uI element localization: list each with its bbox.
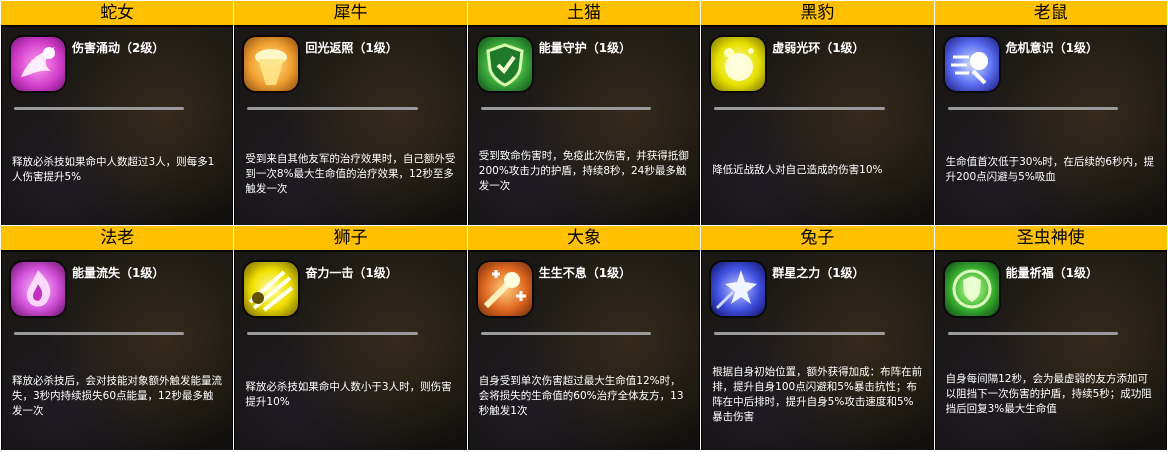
skill-title: 伤害涌动（2级）	[72, 41, 165, 55]
skill-title: 虚弱光环（1级）	[772, 41, 865, 55]
skill-card-grid: 蛇女 伤害涌动（2级） 释放必杀技如果命中人数超过3人，则每多1人伤害提升5% …	[1, 1, 1167, 450]
character-name: 大象	[467, 226, 701, 251]
skill-card: 能量守护（1级） 受到致命伤害时，免疫此次伤害，并获得抵御200%攻击力的护盾，…	[468, 27, 700, 225]
comet-heal-icon	[477, 262, 532, 316]
skill-cell-pharaoh: 法老 能量流失（1级） 释放必杀技后，会对技能对象额外触发能量流失，3秒内持续损…	[1, 226, 234, 450]
divider	[714, 107, 885, 110]
skill-title: 能量流失（1级）	[72, 266, 165, 280]
character-name: 土猫	[467, 1, 701, 26]
divider	[480, 332, 652, 335]
light-beam-icon	[244, 37, 299, 91]
divider	[14, 107, 185, 110]
skill-cell-lion: 狮子 奋力一击（1级） 释放必杀技如果命中人数小于3人时，则伤害提升10%	[234, 226, 467, 450]
skill-description: 生命值首次低于30%时，在后续的6秒内，提升200点闪避与5%吸血	[945, 156, 1155, 183]
glow-orb-icon	[711, 37, 766, 91]
skill-card: 虚弱光环（1级） 降低近战敌人对自己造成的伤害10%	[702, 27, 934, 225]
skill-description: 释放必杀技如果命中人数超过3人，则每多1人伤害提升5%	[12, 156, 215, 183]
character-name: 圣虫神使	[934, 226, 1167, 251]
character-name: 蛇女	[1, 1, 234, 26]
skill-cell-rat: 老鼠 危机意识（1级） 生命值首次低于30%时，在后续的6秒内，提升200点闪避…	[934, 1, 1167, 225]
skill-cell-earth-cat: 土猫 能量守护（1级） 受到致命伤害时，免疫此次伤害，并获得抵御200%攻击力的…	[467, 1, 701, 225]
skill-title: 回光返照（1级）	[305, 41, 398, 55]
skill-title: 群星之力（1级）	[772, 266, 865, 280]
character-name: 兔子	[701, 226, 934, 251]
divider	[14, 332, 185, 335]
skill-description: 降低近战敌人对自己造成的伤害10%	[712, 164, 883, 176]
skill-description: 自身每间隔12秒，会为最虚弱的友方添加可以阻挡下一次伤害的护盾，持续5秒；成功阻…	[945, 373, 1152, 415]
skill-description: 释放必杀技后，会对技能对象额外触发能量流失，3秒内持续损失60点能量，12秒最多…	[12, 375, 222, 417]
skill-title: 奋力一击（1级）	[305, 266, 398, 280]
divider	[947, 332, 1118, 335]
skill-cell-snake-woman: 蛇女 伤害涌动（2级） 释放必杀技如果命中人数超过3人，则每多1人伤害提升5%	[1, 1, 234, 225]
skill-title: 能量守护（1级）	[538, 41, 632, 55]
divider	[247, 107, 418, 110]
divider	[247, 332, 418, 335]
divider	[480, 107, 652, 110]
divider	[714, 332, 885, 335]
character-name: 狮子	[234, 226, 467, 251]
skill-cell-holy-insect-envoy: 圣虫神使 能量祈福（1级） 自身每间隔12秒，会为最虚弱的友方添加可以阻挡下一次…	[934, 226, 1167, 450]
character-name: 法老	[1, 226, 234, 251]
skill-title: 危机意识（1级）	[1005, 41, 1098, 55]
strike-rays-icon	[244, 262, 299, 316]
skill-card: 能量祈福（1级） 自身每间隔12秒，会为最虚弱的友方添加可以阻挡下一次伤害的护盾…	[935, 252, 1167, 450]
skill-card: 危机意识（1级） 生命值首次低于30%时，在后续的6秒内，提升200点闪避与5%…	[935, 27, 1167, 225]
skill-card: 群星之力（1级） 根据自身初始位置，额外获得加成：布阵在前排，提升自身100点闪…	[702, 252, 934, 450]
shield-icon	[477, 37, 532, 91]
skill-description: 受到致命伤害时，免疫此次伤害，并获得抵御200%攻击力的护盾，持续8秒，24秒最…	[478, 150, 689, 192]
skill-title: 生生不息（1级）	[538, 266, 632, 280]
character-name: 老鼠	[934, 1, 1167, 26]
skill-card: 能量流失（1级） 释放必杀技后，会对技能对象额外触发能量流失，3秒内持续损失60…	[2, 252, 233, 450]
skill-cell-rabbit: 兔子 群星之力（1级） 根据自身初始位置，额外获得加成：布阵在前排，提升自身10…	[701, 226, 934, 450]
flame-drain-icon	[11, 262, 65, 316]
skill-cell-black-panther: 黑豹 虚弱光环（1级） 降低近战敌人对自己造成的伤害10%	[701, 1, 934, 225]
skill-description: 自身受到单次伤害超过最大生命值12%时，会将损失的生命值的60%治疗全体友方，1…	[478, 375, 684, 417]
skill-card: 生生不息（1级） 自身受到单次伤害超过最大生命值12%时，会将损失的生命值的60…	[468, 252, 700, 450]
skill-description: 根据自身初始位置，额外获得加成：布阵在前排，提升自身100点闪避和5%暴击抗性；…	[712, 366, 923, 423]
skill-card: 伤害涌动（2级） 释放必杀技如果命中人数超过3人，则每多1人伤害提升5%	[2, 27, 233, 225]
character-name: 犀牛	[234, 1, 467, 26]
character-name: 黑豹	[701, 1, 934, 26]
swirl-burst-icon	[11, 37, 65, 91]
dash-runner-icon	[944, 37, 999, 91]
skill-description: 释放必杀技如果命中人数小于3人时，则伤害提升10%	[245, 381, 452, 408]
skill-cell-rhino: 犀牛 回光返照（1级） 受到来自其他友军的治疗效果时，自己额外受到一次8%最大生…	[234, 1, 467, 225]
star-burst-icon	[711, 262, 766, 316]
skill-cell-elephant: 大象 生生不息（1级） 自身受到单次伤害超过最大生命值12%时，会将损失的生命值…	[467, 226, 701, 450]
skill-title: 能量祈福（1级）	[1005, 266, 1098, 280]
divider	[947, 107, 1118, 110]
skill-description: 受到来自其他友军的治疗效果时，自己额外受到一次8%最大生命值的治疗效果，12秒至…	[245, 153, 456, 195]
skill-card: 回光返照（1级） 受到来自其他友军的治疗效果时，自己额外受到一次8%最大生命值的…	[235, 27, 467, 225]
skill-card: 奋力一击（1级） 释放必杀技如果命中人数小于3人时，则伤害提升10%	[235, 252, 467, 450]
emblem-shield-icon	[944, 262, 999, 316]
